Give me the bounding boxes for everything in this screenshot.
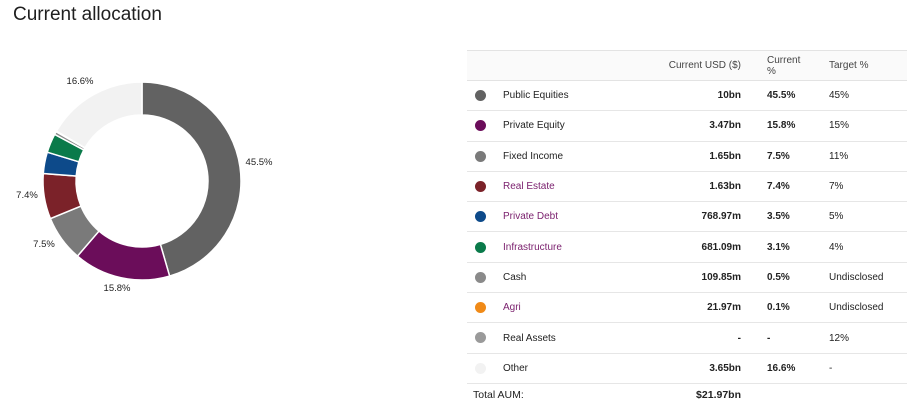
row-name: Cash xyxy=(497,262,617,294)
table-body: Public Equities 10bn 45.5% 45% Private Equit… xyxy=(467,80,907,384)
row-current-usd: 1.65bn xyxy=(617,141,747,172)
row-target-pct: 11% xyxy=(817,141,907,172)
row-current-pct: 16.6% xyxy=(747,353,817,384)
header-target-pct[interactable]: Target % xyxy=(817,50,907,81)
table-row: Fixed Income 1.65bn 7.5% 11% xyxy=(467,141,907,172)
row-target-pct: 7% xyxy=(817,171,907,203)
row-target-pct: 5% xyxy=(817,201,907,233)
header-current-usd[interactable]: Current USD ($) xyxy=(617,50,747,81)
table-row: Infrastructure 681.09m 3.1% 4% xyxy=(467,231,907,263)
row-name[interactable]: Infrastructure xyxy=(497,231,617,263)
table-row: Agri 21.97m 0.1% Undisclosed xyxy=(467,292,907,324)
row-current-pct: 15.8% xyxy=(747,110,817,142)
slice-label: 7.5% xyxy=(33,239,55,250)
row-current-usd: 1.63bn xyxy=(617,171,747,203)
row-name[interactable]: Private Debt xyxy=(497,201,617,233)
row-current-pct: 7.5% xyxy=(747,141,817,172)
header-dot xyxy=(467,50,497,81)
header-current-pct[interactable]: Current % xyxy=(747,50,817,81)
row-current-usd: 3.47bn xyxy=(617,110,747,142)
legend-dot-icon xyxy=(475,302,486,314)
donut-slice-other[interactable] xyxy=(55,81,143,149)
table-header-row: Current USD ($) Current % Target % xyxy=(467,50,907,81)
legend-dot-icon xyxy=(475,120,486,132)
legend-dot-icon xyxy=(475,150,486,162)
table-row: Real Estate 1.63bn 7.4% 7% xyxy=(467,171,907,203)
row-current-usd: 3.65bn xyxy=(617,353,747,384)
row-target-pct: Undisclosed xyxy=(817,262,907,294)
slice-label: 16.6% xyxy=(67,76,94,87)
legend-dot-icon xyxy=(475,211,486,223)
legend-dot-icon xyxy=(475,90,486,102)
row-name: Other xyxy=(497,353,617,384)
row-target-pct: - xyxy=(817,353,907,384)
legend-dot-icon xyxy=(475,332,486,344)
slice-label: 45.5% xyxy=(246,157,273,168)
row-current-usd: 10bn xyxy=(617,80,747,112)
legend-dot-icon xyxy=(475,271,486,283)
row-current-usd: - xyxy=(617,322,747,354)
row-current-pct: 3.5% xyxy=(747,201,817,233)
table-row: Private Equity 3.47bn 15.8% 15% xyxy=(467,110,907,142)
total-value: $21.97bn xyxy=(696,388,741,401)
table-row: Public Equities 10bn 45.5% 45% xyxy=(467,80,907,112)
row-current-usd: 768.97m xyxy=(617,201,747,233)
row-current-pct: 7.4% xyxy=(747,171,817,203)
allocation-table: Current USD ($) Current % Target % Publi… xyxy=(467,50,907,405)
row-current-pct: - xyxy=(747,322,817,354)
table-row: Cash 109.85m 0.5% Undisclosed xyxy=(467,262,907,294)
row-current-pct: 3.1% xyxy=(747,231,817,263)
total-label: Total AUM: xyxy=(473,388,524,401)
legend-dot-icon xyxy=(475,241,486,253)
legend-dot-icon xyxy=(475,362,486,374)
slice-label: 15.8% xyxy=(104,283,131,294)
row-current-pct: 0.1% xyxy=(747,292,817,324)
table-row: Real Assets - -12% xyxy=(467,322,907,354)
row-name: Fixed Income xyxy=(497,141,617,172)
row-name: Real Assets xyxy=(497,322,617,354)
row-current-usd: 681.09m xyxy=(617,231,747,263)
row-target-pct: 15% xyxy=(817,110,907,142)
row-current-pct: 0.5% xyxy=(747,262,817,294)
row-current-usd: 21.97m xyxy=(617,292,747,324)
header-name xyxy=(497,50,617,81)
row-target-pct: 12% xyxy=(817,322,907,354)
row-current-usd: 109.85m xyxy=(617,262,747,294)
row-target-pct: 45% xyxy=(817,80,907,112)
legend-dot-icon xyxy=(475,180,486,192)
row-current-pct: 45.5% xyxy=(747,80,817,112)
table-row: Private Debt 768.97m 3.5% 5% xyxy=(467,201,907,233)
slice-label: 7.4% xyxy=(16,190,38,201)
page-title: Current allocation xyxy=(13,4,162,25)
row-name: Public Equities xyxy=(497,80,617,112)
row-name[interactable]: Agri xyxy=(497,292,617,324)
row-target-pct: Undisclosed xyxy=(817,292,907,324)
total-row: Total AUM: $21.97bn xyxy=(467,383,907,405)
allocation-donut-chart: 45.5% 15.8% 7.5% 7.4% 16.6% xyxy=(16,76,273,294)
row-name: Private Equity xyxy=(497,110,617,142)
row-name[interactable]: Real Estate xyxy=(497,171,617,203)
table-row: Other 3.65bn 16.6% - xyxy=(467,353,907,384)
row-target-pct: 4% xyxy=(817,231,907,263)
